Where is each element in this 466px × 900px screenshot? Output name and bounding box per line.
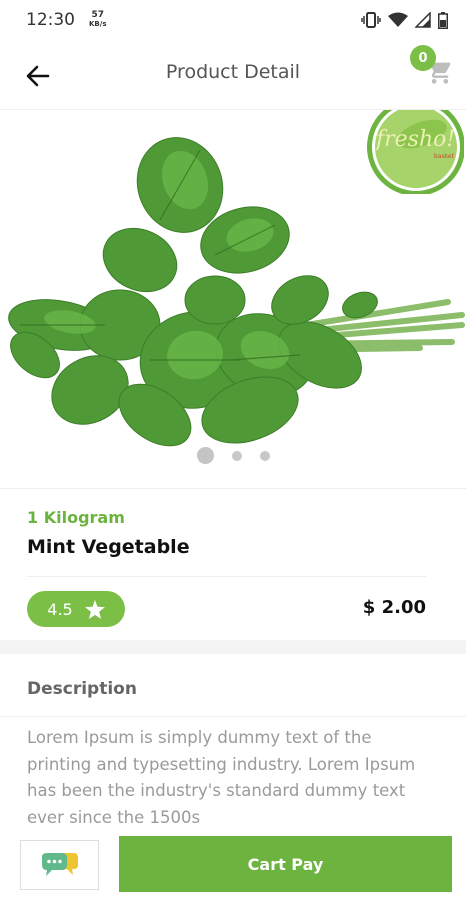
chat-bubbles-icon: [41, 853, 78, 876]
divider: [0, 716, 466, 717]
wifi-icon: [388, 12, 408, 27]
divider: [27, 576, 426, 577]
star-icon: [84, 599, 105, 619]
signal-icon: [415, 12, 431, 28]
cart-pay-button[interactable]: Cart Pay: [119, 836, 452, 892]
chat-button[interactable]: [20, 840, 99, 890]
status-icons: [361, 11, 448, 29]
carousel-dot[interactable]: [231, 450, 242, 461]
app-bar: Product Detail 0: [0, 40, 466, 110]
cart-count-badge: 0: [410, 45, 436, 71]
product-image[interactable]: fresho! basket: [0, 110, 466, 488]
carousel-dot[interactable]: [259, 450, 270, 461]
description-text: Lorem Ipsum is simply dummy text of the …: [27, 728, 416, 827]
battery-icon: [438, 11, 448, 29]
network-speed-value: 57: [91, 10, 104, 20]
network-speed: 57 KB/s: [89, 11, 106, 29]
description-section: Description Lorem Ipsum is simply dummy …: [0, 654, 466, 844]
vibrate-icon: [361, 12, 381, 28]
rating-badge: 4.5: [27, 591, 125, 627]
product-name: Mint Vegetable: [27, 536, 190, 558]
status-time: 12:30: [26, 10, 75, 30]
logo-subtext: basket: [434, 153, 455, 160]
logo-text: fresho!: [374, 127, 455, 152]
section-separator: [0, 640, 466, 654]
product-info: 1 Kilogram Mint Vegetable 4.5 $ 2.00: [0, 488, 466, 638]
description-heading: Description: [27, 679, 137, 699]
rating-value: 4.5: [47, 599, 73, 619]
page-title: Product Detail: [165, 61, 301, 83]
brand-logo: fresho! basket: [364, 110, 465, 196]
status-bar: 12:30 57 KB/s: [0, 0, 466, 40]
network-speed-unit: KB/s: [89, 20, 107, 28]
bottom-action-bar: Cart Pay: [0, 834, 466, 900]
product-price: $ 2.00: [362, 597, 426, 618]
fresho-logo: fresho! basket: [367, 110, 465, 196]
carousel-dot[interactable]: [196, 447, 214, 464]
product-unit: 1 Kilogram: [27, 508, 125, 527]
carousel-dots: [0, 447, 466, 464]
